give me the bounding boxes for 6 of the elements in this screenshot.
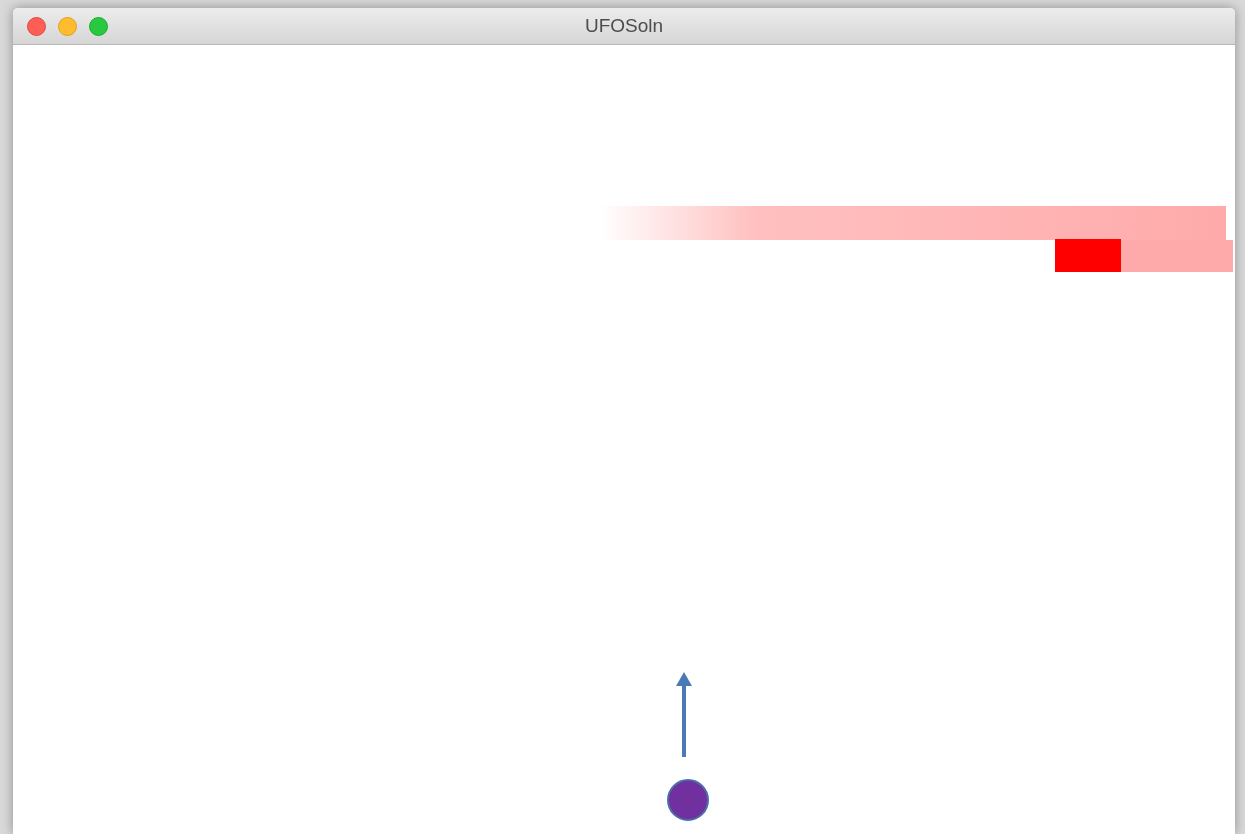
ufo	[1055, 239, 1121, 272]
window-title: UFOSoln	[584, 13, 664, 38]
minimize-button[interactable]	[58, 16, 77, 36]
close-button[interactable]	[27, 16, 46, 36]
player-ball	[667, 779, 709, 821]
zoom-button[interactable]	[89, 16, 108, 36]
